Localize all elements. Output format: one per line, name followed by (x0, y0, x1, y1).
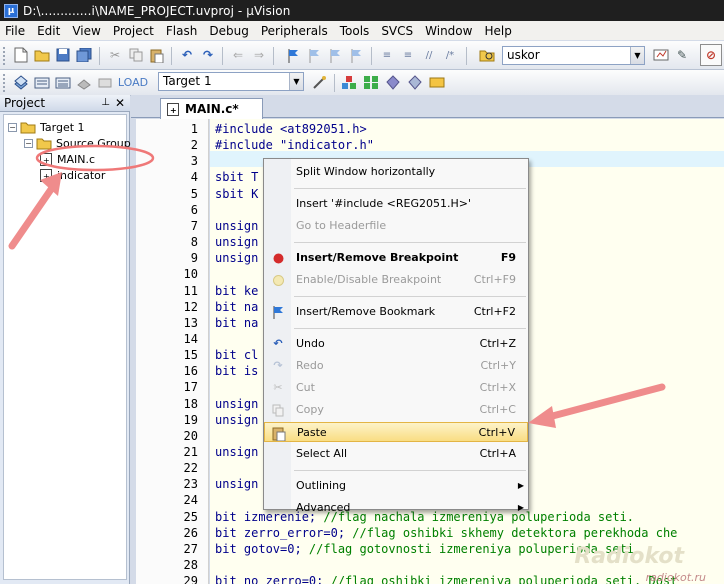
watermark-text: radiokot.ru (645, 571, 706, 584)
uvision-window: µ D:\.............i\NAME_PROJECT.uvproj … (0, 0, 724, 584)
watermark-logo: Radiokot (574, 544, 684, 569)
annotation-overlay (8, 144, 666, 428)
arrow-to-file-icon (8, 172, 62, 250)
highlight-ellipse (35, 144, 155, 172)
arrow-to-paste-icon (528, 383, 666, 428)
